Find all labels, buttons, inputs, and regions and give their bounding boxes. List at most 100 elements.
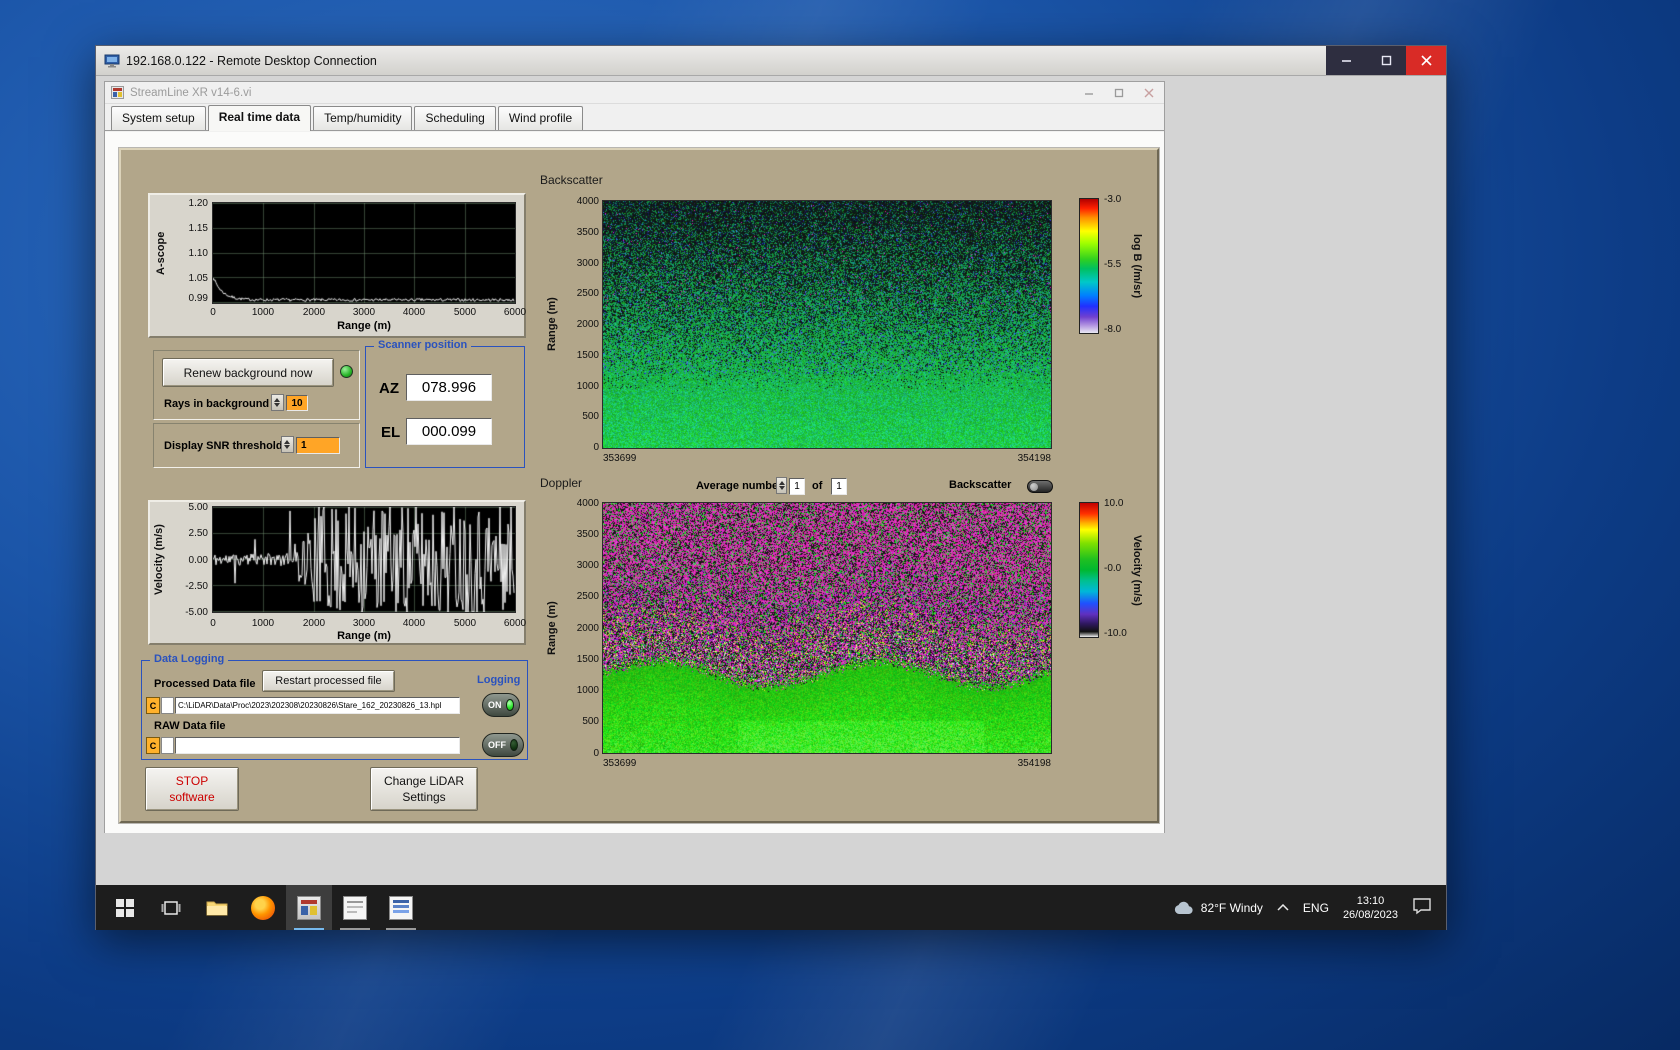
scanner-position-title: Scanner position xyxy=(374,339,472,351)
app-restore-button[interactable] xyxy=(1104,82,1134,103)
remote-desktop: StreamLine XR v14-6.vi System setup Real… xyxy=(96,76,1446,930)
scan-schedule-button[interactable] xyxy=(332,885,378,930)
ascope-x-tick: 6000 xyxy=(503,307,527,318)
az-value-field[interactable]: 078.996 xyxy=(406,374,492,401)
snr-threshold-label: Display SNR threshold xyxy=(164,440,283,452)
backscatter-x-axis: 353699 354198 xyxy=(603,453,1051,464)
tab-content: A-scope 1.20 1.15 1.10 1.05 0.99 0 1000 xyxy=(105,132,1164,833)
processed-data-file-label: Processed Data file xyxy=(154,678,256,690)
snr-spinner[interactable] xyxy=(281,436,294,453)
tab-temp-humidity[interactable]: Temp/humidity xyxy=(313,106,413,130)
el-label: EL xyxy=(381,424,401,441)
tab-strip: System setup Real time data Temp/humidit… xyxy=(105,104,1164,131)
velocity-y-ticks: 5.00 2.50 0.00 -2.50 -5.00 xyxy=(185,502,208,618)
clock[interactable]: 13:10 26/08/2023 xyxy=(1343,894,1398,922)
doppler-plot-area xyxy=(602,502,1052,754)
rdp-window: 192.168.0.122 - Remote Desktop Connectio… xyxy=(95,45,1447,930)
file-explorer-button[interactable] xyxy=(194,885,240,930)
snr-frame: Display SNR threshold 1 xyxy=(153,423,360,468)
processed-path-browse-icon[interactable] xyxy=(161,697,174,714)
on-toggle-label: ON xyxy=(488,700,502,710)
tab-scheduling[interactable]: Scheduling xyxy=(414,106,496,130)
chevron-up-icon xyxy=(1277,903,1289,911)
ascope-plot-area xyxy=(212,202,516,304)
snr-value-field[interactable]: 1 xyxy=(296,437,340,454)
app-titlebar[interactable]: StreamLine XR v14-6.vi xyxy=(105,82,1164,104)
ascope-chart: A-scope 1.20 1.15 1.10 1.05 0.99 0 1000 xyxy=(148,193,526,338)
average-total-field[interactable]: 1 xyxy=(831,478,847,495)
off-toggle-label: OFF xyxy=(488,740,506,750)
rdp-window-title: 192.168.0.122 - Remote Desktop Connectio… xyxy=(126,53,377,68)
processed-drive-box[interactable]: C xyxy=(146,697,160,714)
velocity-x-tick: 4000 xyxy=(402,618,426,629)
background-frame: Renew background now Rays in background … xyxy=(153,350,360,420)
backscatter-display-switch[interactable] xyxy=(1027,480,1053,493)
stop-software-button[interactable]: STOP software xyxy=(145,767,239,811)
backscatter-switch-label: Backscatter xyxy=(949,479,1012,491)
start-button[interactable] xyxy=(102,885,148,930)
ascope-x-tick: 5000 xyxy=(453,307,477,318)
backscatter-plot-title: Backscatter xyxy=(540,173,603,187)
average-number-spinner[interactable] xyxy=(776,477,787,494)
backscatter-colorbar xyxy=(1079,198,1099,334)
folder-icon xyxy=(206,901,228,915)
weather-cloud-icon xyxy=(1174,901,1193,914)
tab-real-time-data[interactable]: Real time data xyxy=(207,105,312,131)
taskbar: 82°F Windy ENG 13:10 26/08/2023 xyxy=(96,885,1446,930)
windows-logo-icon xyxy=(116,898,134,917)
weather-widget[interactable]: 82°F Windy xyxy=(1173,900,1263,916)
backscatter-y-axis-label: Range (m) xyxy=(546,297,558,352)
backscatter-colorbar-label: log B (/m/sr) xyxy=(1131,233,1143,299)
backscatter-x-end: 354198 xyxy=(1017,453,1051,464)
doppler-colorbar xyxy=(1079,502,1099,638)
backscatter-plot-area xyxy=(602,200,1052,449)
velocity-x-axis-label: Range (m) xyxy=(337,630,391,642)
velocity-x-tick: 2000 xyxy=(302,618,326,629)
processed-path-field[interactable]: C:\LiDAR\Data\Proc\2023\202308\20230826\… xyxy=(175,697,460,714)
settings-line1: Change LiDAR xyxy=(383,774,465,788)
velocity-x-tick: 6000 xyxy=(503,618,527,629)
close-button[interactable] xyxy=(1406,46,1446,75)
document-app-button[interactable] xyxy=(378,885,424,930)
app-close-button[interactable] xyxy=(1134,82,1164,103)
rdp-titlebar[interactable]: 192.168.0.122 - Remote Desktop Connectio… xyxy=(96,46,1446,76)
tray-chevron[interactable] xyxy=(1277,899,1289,917)
on-lamp xyxy=(505,699,514,711)
restart-processed-file-button[interactable]: Restart processed file xyxy=(262,670,395,692)
task-view-button[interactable] xyxy=(148,885,194,930)
ascope-y-ticks: 1.20 1.15 1.10 1.05 0.99 xyxy=(188,198,208,304)
clock-date: 26/08/2023 xyxy=(1342,908,1398,921)
raw-logging-toggle[interactable]: OFF xyxy=(482,733,524,757)
tab-wind-profile[interactable]: Wind profile xyxy=(497,106,584,130)
data-logging-group: Data Logging Processed Data file Restart… xyxy=(141,653,528,760)
raw-path-browse-icon[interactable] xyxy=(161,737,174,754)
az-label: AZ xyxy=(379,380,399,397)
velocity-x-tick: 5000 xyxy=(453,618,477,629)
tab-system-setup[interactable]: System setup xyxy=(111,106,206,130)
average-number-field[interactable]: 1 xyxy=(789,478,805,495)
processed-logging-toggle[interactable]: ON xyxy=(482,693,520,717)
change-lidar-settings-button[interactable]: Change LiDAR Settings xyxy=(370,767,478,811)
maximize-button[interactable] xyxy=(1366,46,1406,75)
raw-drive-box[interactable]: C xyxy=(146,737,160,754)
front-panel: A-scope 1.20 1.15 1.10 1.05 0.99 0 1000 xyxy=(119,148,1159,823)
rays-value-field[interactable]: 10 xyxy=(286,395,308,411)
firefox-button[interactable] xyxy=(240,885,286,930)
notification-center-button[interactable] xyxy=(1412,895,1432,920)
language-indicator[interactable]: ENG xyxy=(1303,901,1329,915)
el-value-field[interactable]: 000.099 xyxy=(406,418,492,445)
firefox-icon xyxy=(251,895,275,920)
minimize-button[interactable] xyxy=(1326,46,1366,75)
stop-line1: STOP xyxy=(175,774,209,788)
doppler-plot-title: Doppler xyxy=(540,476,583,490)
rays-spinner[interactable] xyxy=(271,394,284,411)
app-minimize-button[interactable] xyxy=(1074,82,1104,103)
renew-background-button[interactable]: Renew background now xyxy=(162,358,334,387)
doppler-colorbar-label: Velocity (m/s) xyxy=(1131,534,1143,606)
app-window: StreamLine XR v14-6.vi System setup Real… xyxy=(104,81,1165,833)
doppler-y-axis-label: Range (m) xyxy=(546,601,558,655)
raw-path-field[interactable] xyxy=(175,737,460,754)
streamline-app-button[interactable] xyxy=(286,885,332,930)
velocity-x-tick: 3000 xyxy=(352,618,376,629)
scanner-position-group: Scanner position AZ 078.996 EL 000.099 xyxy=(365,339,525,468)
